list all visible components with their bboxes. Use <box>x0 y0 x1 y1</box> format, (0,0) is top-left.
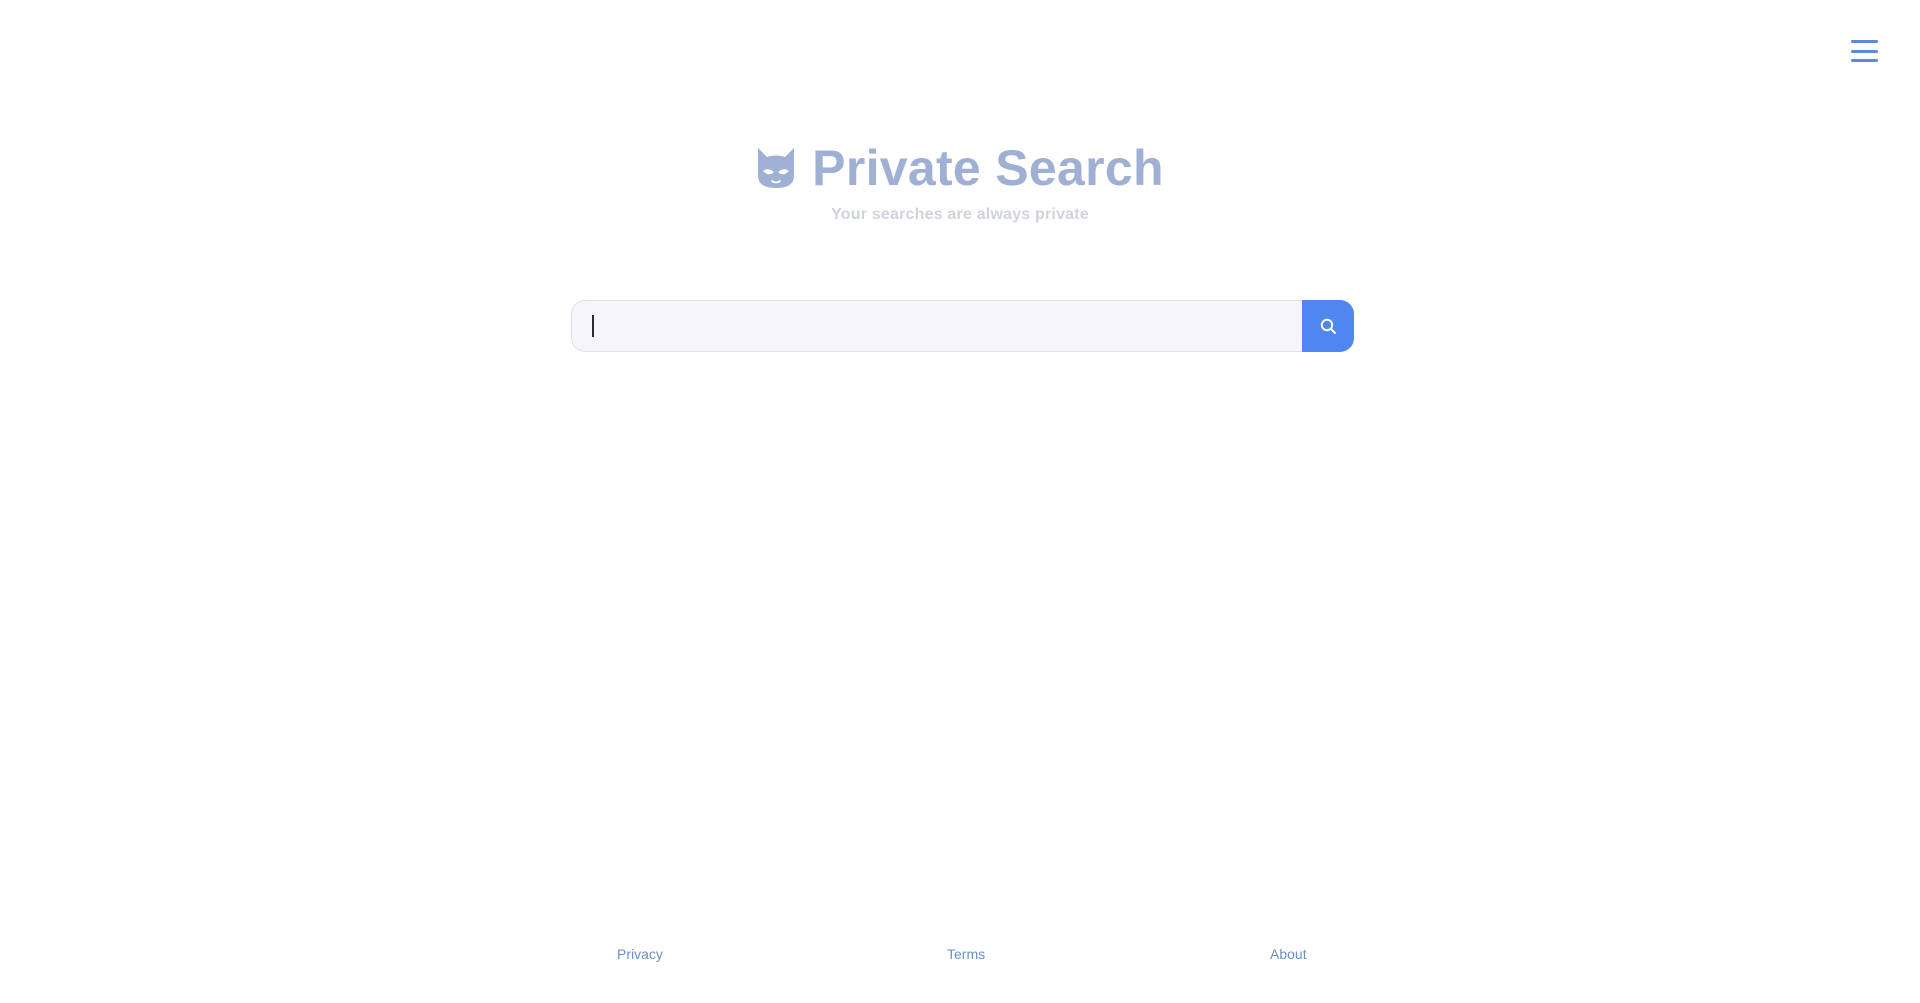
footer: Privacy Terms About <box>0 946 1920 966</box>
hamburger-menu-icon-bar <box>1851 49 1878 53</box>
brand-title: Private Search <box>812 140 1164 196</box>
search-icon <box>1320 318 1336 334</box>
footer-link-terms[interactable]: Terms <box>947 946 985 962</box>
search-button[interactable] <box>1302 300 1354 352</box>
footer-link-privacy[interactable]: Privacy <box>617 946 663 962</box>
hamburger-menu-icon-bar <box>1851 59 1878 62</box>
search-input[interactable] <box>571 300 1302 352</box>
brand-row: Private Search <box>756 140 1164 196</box>
masked-cat-icon <box>758 148 795 188</box>
text-caret <box>592 315 594 337</box>
page: Private Search Your searches are always … <box>0 0 1920 1003</box>
footer-link-about[interactable]: About <box>1270 946 1307 962</box>
brand-subtitle: Your searches are always private <box>831 206 1089 223</box>
brand-header: Private Search Your searches are always … <box>0 140 1920 224</box>
menu-button[interactable] <box>1851 40 1878 62</box>
hamburger-menu-icon-bar <box>1851 40 1878 43</box>
search-form <box>571 300 1354 352</box>
